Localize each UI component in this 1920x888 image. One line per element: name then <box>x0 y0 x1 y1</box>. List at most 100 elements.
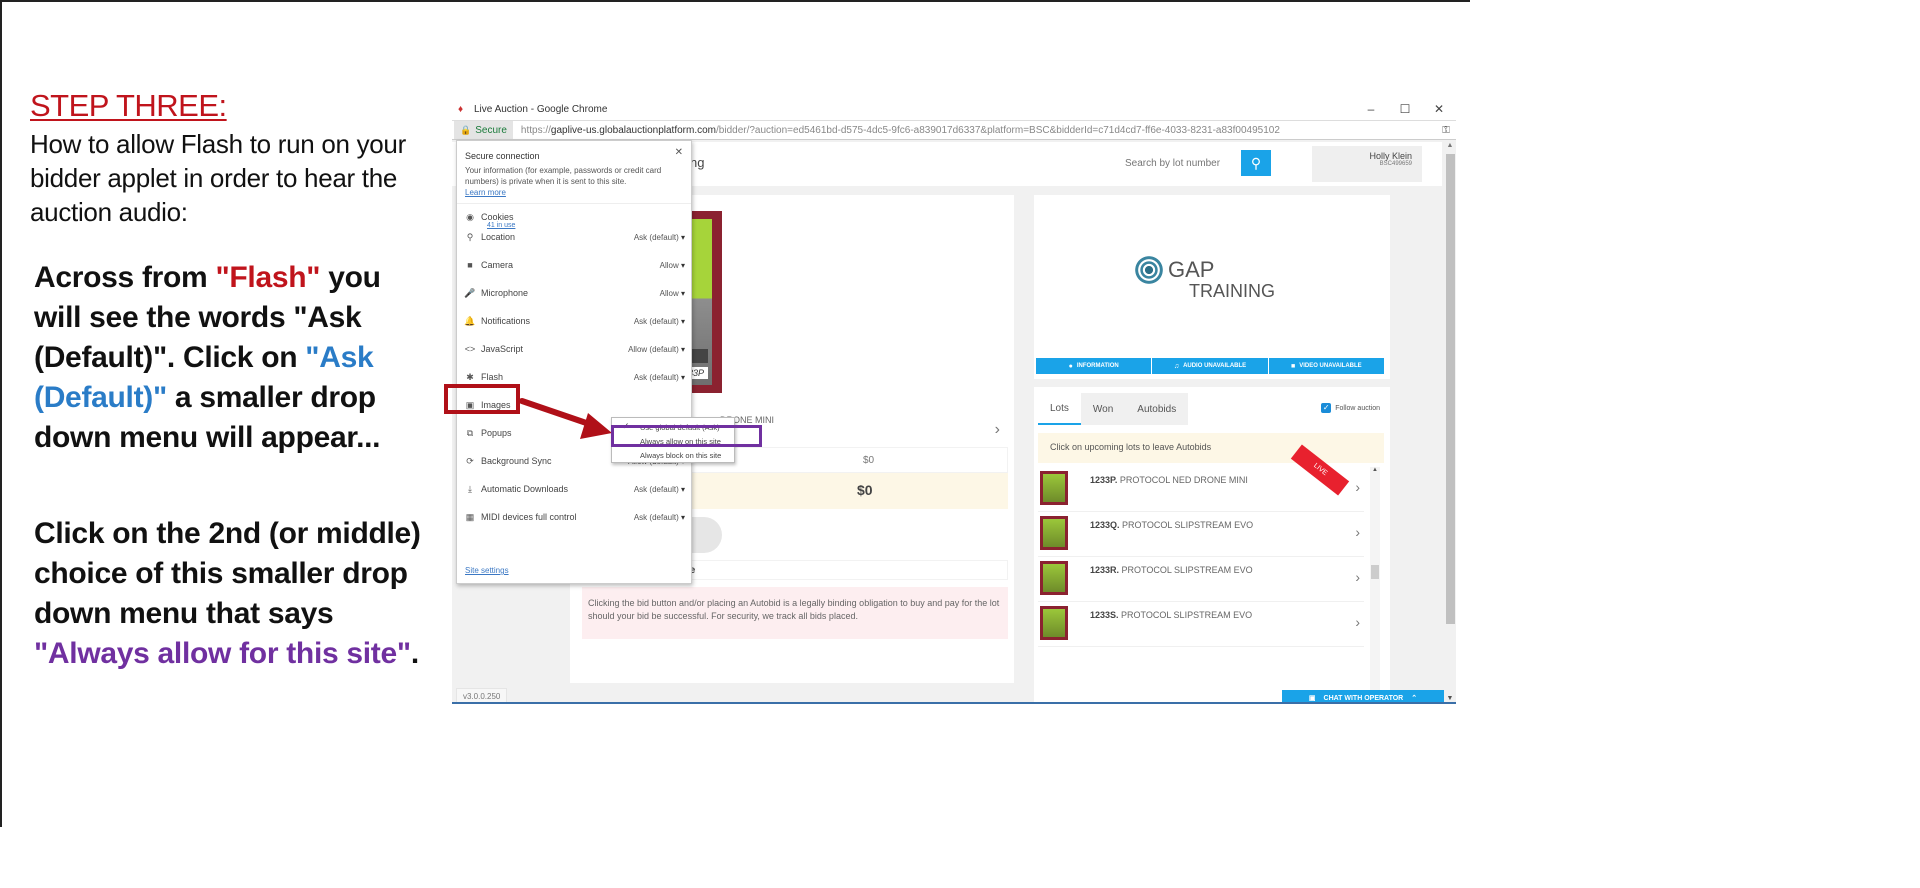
lot-title-text: PROTOCOL SLIPSTREAM EVO <box>1121 610 1253 620</box>
permission-label: Notifications <box>481 316 531 326</box>
permission-microphone: 🎤 Microphone Allow <box>463 285 685 301</box>
lot-list-scrollbar[interactable]: ▲ <box>1370 467 1380 702</box>
permission-label: Cookies <box>481 212 514 222</box>
logo-line-2: TRAINING <box>1189 281 1276 301</box>
scroll-up-icon[interactable]: ▲ <box>1444 142 1456 149</box>
popup-divider <box>457 203 691 204</box>
popup-close-icon[interactable]: ✕ <box>675 147 683 158</box>
chevron-right-icon: › <box>1355 614 1360 630</box>
menu-option-always-block[interactable]: Always block on this site <box>612 448 734 462</box>
sync-icon: ⟳ <box>466 455 474 466</box>
download-icon: ⤓ <box>468 483 472 494</box>
key-icon[interactable]: ⚿ <box>1436 125 1456 136</box>
learn-more-link[interactable]: Learn more <box>465 188 506 197</box>
flash-permission-select[interactable]: Ask (default) <box>634 373 685 382</box>
permission-label: Flash <box>481 372 504 382</box>
slide-frame-top <box>0 0 1470 2</box>
lot-name: 1233R. PROTOCOL SLIPSTREAM EVO <box>1090 565 1253 575</box>
site-settings-link[interactable]: Site settings <box>465 566 509 575</box>
permission-location: ⚲ Location Ask (default) <box>463 229 685 245</box>
permission-select[interactable]: Allow <box>660 261 685 270</box>
permission-select[interactable]: Ask (default) <box>634 513 685 522</box>
lot-list-item[interactable]: 1233S. PROTOCOL SLIPSTREAM EVO › <box>1038 602 1364 647</box>
search-button[interactable]: ⚲ <box>1241 150 1271 176</box>
chat-with-operator-button[interactable]: ▣ CHAT WITH OPERATOR ⌃ <box>1282 690 1444 702</box>
scroll-thumb[interactable] <box>1371 565 1379 579</box>
header-title-fragment: ng <box>690 155 705 170</box>
title-bar: ♦ Live Auction - Google Chrome – ☐ ✕ <box>452 98 1456 120</box>
chat-bubble-icon: ▣ <box>1308 695 1316 702</box>
page-scrollbar[interactable]: ▲ ▼ <box>1444 142 1456 702</box>
video-label: VIDEO UNAVAILABLE <box>1299 363 1362 369</box>
tab-lots[interactable]: Lots <box>1038 393 1081 425</box>
close-button[interactable]: ✕ <box>1422 102 1456 116</box>
favicon-icon: ♦ <box>458 104 464 115</box>
information-button[interactable]: ● INFORMATION <box>1036 358 1152 374</box>
page-scroll-thumb[interactable] <box>1446 154 1455 624</box>
tab-autobids[interactable]: Autobids <box>1125 393 1189 425</box>
lot-list-item[interactable]: 1233R. PROTOCOL SLIPSTREAM EVO › <box>1038 557 1364 602</box>
permission-automatic-downloads: ⤓ Automatic Downloads Ask (default) <box>463 481 685 497</box>
permission-label: JavaScript <box>481 344 524 354</box>
follow-auction-toggle[interactable]: ✓ Follow auction <box>1321 403 1380 413</box>
lot-name: 1233Q. PROTOCOL SLIPSTREAM EVO <box>1090 520 1253 530</box>
url-host: gaplive-us.globalauctionplatform.com <box>550 124 717 136</box>
permission-label: Background Sync <box>481 456 552 466</box>
user-id: BSC499659 <box>1379 161 1412 167</box>
instr2-text-a: Click on the 2nd (or middle) choice of t… <box>34 517 421 630</box>
chat-label: CHAT WITH OPERATOR <box>1323 694 1404 702</box>
cookie-icon: ◉ <box>466 211 474 222</box>
checkbox-checked-icon[interactable]: ✓ <box>1321 403 1332 413</box>
chevron-right-icon: › <box>1355 524 1360 540</box>
permission-label: Location <box>481 232 516 242</box>
popup-description: Your information (for example, passwords… <box>465 166 662 186</box>
lot-list: 1233P. PROTOCOL NED DRONE MINI LIVE › 12… <box>1038 444 1364 647</box>
lot-list-item[interactable]: 1233P. PROTOCOL NED DRONE MINI LIVE › <box>1038 444 1364 512</box>
tab-won[interactable]: Won <box>1080 393 1126 425</box>
chevron-right-icon[interactable]: › <box>995 421 1000 439</box>
instr2-text-b: . <box>410 637 419 670</box>
popup-title: Secure connection <box>465 151 540 161</box>
user-account[interactable]: Holly Klein BSC499659 <box>1312 146 1422 182</box>
secure-label: Secure <box>475 124 507 136</box>
media-panel: GAP TRAINING ● INFORMATION ♫ AUDIO UNAVAIL… <box>1034 195 1390 379</box>
permission-select[interactable]: Allow (default) <box>628 345 685 354</box>
lot-title-text: PROTOCOL SLIPSTREAM EVO <box>1122 520 1254 530</box>
lot-name: 1233S. PROTOCOL SLIPSTREAM EVO <box>1090 610 1252 620</box>
maximize-button[interactable]: ☐ <box>1388 102 1422 116</box>
permission-select[interactable]: Allow <box>660 289 685 298</box>
audio-unavailable-button[interactable]: ♫ AUDIO UNAVAILABLE <box>1152 358 1268 374</box>
chevron-up-icon: ⌃ <box>1411 695 1418 702</box>
audio-label: AUDIO UNAVAILABLE <box>1183 363 1247 369</box>
search-icon: ⚲ <box>1250 154 1262 171</box>
url-text[interactable]: https://gaplive-us.globalauctionplatform… <box>521 125 1436 136</box>
lot-search-input[interactable] <box>1117 150 1239 176</box>
slide-frame-left <box>0 0 2 827</box>
scroll-down-icon[interactable]: ▼ <box>1444 695 1456 702</box>
cookies-in-use-link[interactable]: 41 in use <box>487 222 515 229</box>
permission-label: MIDI devices full control <box>481 512 577 522</box>
permission-select[interactable]: Ask (default) <box>634 317 685 326</box>
lot-number: 1233R. <box>1090 565 1120 575</box>
secure-chip[interactable]: 🔒 Secure <box>454 121 513 139</box>
step-subtitle: How to allow Flash to run on your bidder… <box>30 129 406 227</box>
chevron-right-icon: › <box>1355 479 1360 495</box>
permission-label: Microphone <box>481 288 529 298</box>
flash-highlight: "Flash" <box>215 261 321 294</box>
permission-select[interactable]: Ask (default) <box>634 485 685 494</box>
minimize-button[interactable]: – <box>1354 102 1388 116</box>
microphone-icon: 🎤 <box>464 287 476 298</box>
information-label: INFORMATION <box>1076 363 1119 369</box>
media-buttons: ● INFORMATION ♫ AUDIO UNAVAILABLE ■ VIDEO U… <box>1036 358 1384 374</box>
lot-list-item[interactable]: 1233Q. PROTOCOL SLIPSTREAM EVO › <box>1038 512 1364 557</box>
scroll-up-icon[interactable]: ▲ <box>1370 467 1380 473</box>
video-unavailable-button[interactable]: ■ VIDEO UNAVAILABLE <box>1268 358 1384 374</box>
follow-auction-label: Follow auction <box>1335 404 1380 412</box>
user-name: Holly Klein <box>1369 151 1412 161</box>
address-bar[interactable]: 🔒 Secure https://gaplive-us.globalauctio… <box>452 120 1456 140</box>
lot-thumbnail <box>1040 606 1068 640</box>
step-title: STEP THREE: <box>30 88 227 123</box>
always-allow-highlight-box <box>611 425 762 447</box>
permission-select[interactable]: Ask (default) <box>634 233 685 242</box>
next-bid: $0 <box>857 482 873 498</box>
